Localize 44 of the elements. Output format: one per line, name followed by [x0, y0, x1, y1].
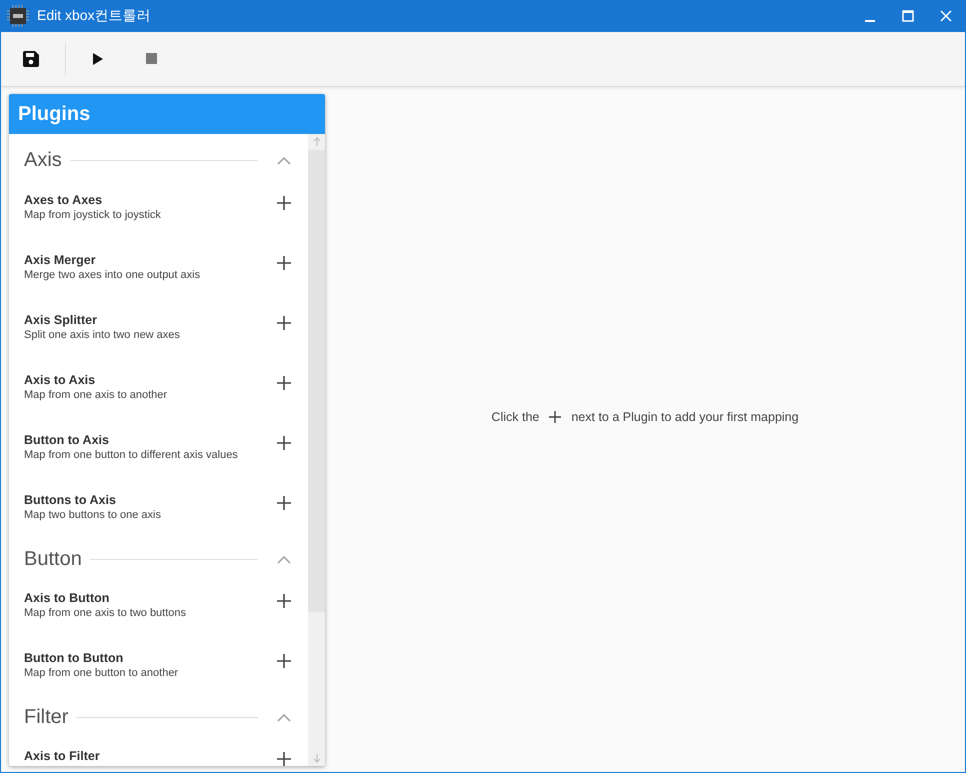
plus-icon: [277, 594, 291, 608]
plugin-description: Merge two axes into one output axis: [24, 269, 202, 281]
plugin-name: Button to Button: [24, 651, 124, 665]
plus-icon: [277, 376, 291, 390]
plus-icon: [549, 411, 562, 423]
plus-icon: [277, 256, 291, 270]
plugin-name: Axis Splitter: [24, 313, 98, 327]
plugin-description: Map from one button to another: [24, 667, 180, 679]
plugin-name: Axis to Axis: [24, 373, 96, 387]
play-icon: [92, 52, 104, 66]
maximize-icon: [902, 10, 914, 22]
plugin-name: Button to Axis: [24, 433, 110, 447]
plus-icon: [277, 316, 291, 330]
plugin-name: Axis to Filter: [24, 749, 101, 763]
plugin-description: Map from one axis to another: [24, 389, 168, 401]
plugin-description: Map from joystick to joystick: [24, 209, 162, 221]
plugin-description: Map from one axis to two buttons: [24, 607, 188, 619]
save-icon: [22, 50, 40, 68]
section-title: Button: [24, 548, 82, 570]
chevron-icon: [277, 712, 291, 722]
plus-icon: [277, 436, 291, 450]
section-title: Axis: [24, 148, 62, 172]
plus-icon: [277, 654, 291, 668]
plugin-description: Map two buttons to one axis: [24, 509, 162, 521]
panel-title: Plugins: [18, 102, 90, 126]
window-title: Edit xbox컨트롤러: [37, 7, 151, 25]
plugin-description: Split one axis into two new axes: [24, 329, 181, 341]
stop-icon: [146, 53, 158, 65]
chevron-icon: [277, 554, 291, 564]
plugin-name: Buttons to Axis: [24, 493, 117, 507]
plus-icon: [277, 752, 291, 766]
plugin-name: Axis to Button: [24, 591, 110, 605]
minimize-icon: [865, 20, 875, 22]
plugin-description: Map from one button to different axis values: [24, 449, 239, 461]
plugin-name: Axis Merger: [24, 253, 97, 267]
empty-message: next to a Plugin to add your first mapping: [571, 410, 799, 424]
plugin-name: Axes to Axes: [24, 193, 104, 207]
empty-message: Click the: [491, 410, 540, 424]
plus-icon: [277, 496, 291, 510]
chip-icon: [7, 5, 29, 27]
section-title: Filter: [24, 706, 68, 728]
plus-icon: [277, 196, 291, 210]
close-icon: [940, 10, 952, 22]
chevron-icon: [277, 156, 291, 164]
